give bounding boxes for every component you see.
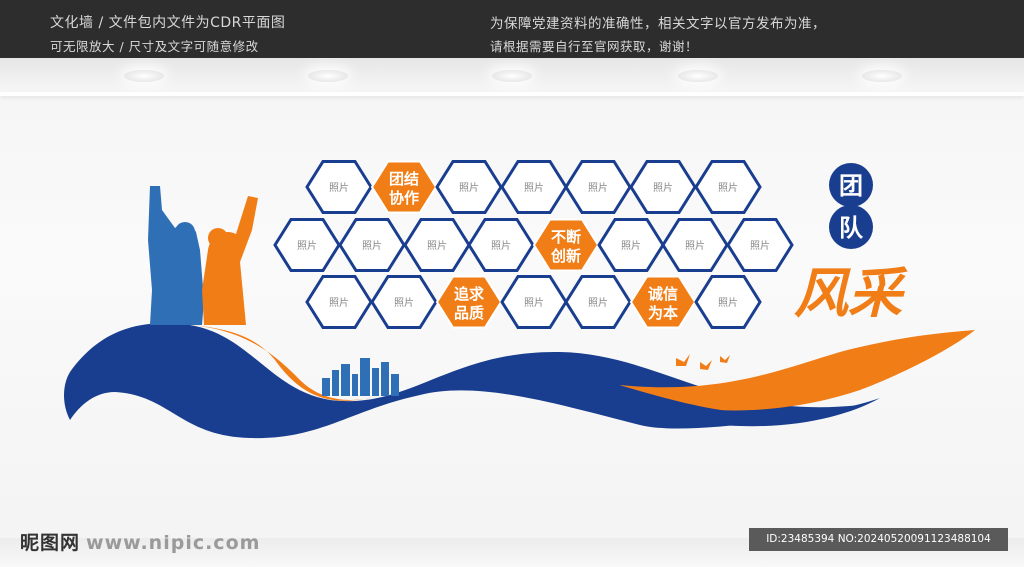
slogan-text-quality: 品质 [454, 304, 484, 322]
hex-photo-grid: 照片团结协作照片 照片 照片 照片 照片照片 照片 照片 照片不断创新照片 照片 照片照片 照片追求… [273, 160, 794, 329]
culture-wall-artwork: 团 队 风采 照片团结协作照片 照片 照片 照片 照片照片 照片 照片 照片不断创新照片 照片照… [64, 160, 975, 439]
image-id-badge: ID:23485394 NO:20240520091123488104 [749, 528, 1008, 551]
slogan-text-integrity: 为本 [648, 304, 678, 322]
photo-placeholder-label: 照片 [685, 239, 705, 252]
slogan-text-quality: 追求 [454, 285, 485, 303]
photo-placeholder-label: 照片 [329, 296, 349, 309]
watermark-logo: 昵图网 www.nipic.com [20, 528, 260, 555]
title-char-1: 团 [839, 172, 863, 200]
photo-placeholder-label: 照片 [491, 239, 511, 252]
slogan-text-integrity: 诚信 [648, 285, 678, 303]
site-logo-text: 昵图网 [20, 532, 81, 554]
slogan-text-unity: 团结 [389, 170, 419, 188]
photo-placeholder-label: 照片 [718, 181, 738, 194]
photo-placeholder-label: 照片 [621, 239, 641, 252]
photo-placeholder-label: 照片 [297, 239, 317, 252]
photo-placeholder-label: 照片 [362, 239, 382, 252]
site-url: www.nipic.com [86, 532, 261, 554]
birds [676, 354, 730, 370]
city-skyline [322, 358, 399, 396]
photo-placeholder-label: 照片 [329, 181, 349, 194]
photo-placeholder-label: 照片 [394, 296, 414, 309]
photo-placeholder-label: 照片 [459, 181, 479, 194]
photo-placeholder-label: 照片 [653, 181, 673, 194]
title-char-2: 队 [839, 214, 864, 242]
slogan-text-innovation: 创新 [550, 247, 581, 265]
photo-placeholder-label: 照片 [588, 296, 608, 309]
slogan-text-innovation: 不断 [551, 228, 581, 246]
photo-placeholder-label: 照片 [588, 181, 608, 194]
photo-placeholder-label: 照片 [524, 296, 544, 309]
photo-placeholder-label: 照片 [718, 296, 738, 309]
people-silhouette [148, 186, 258, 325]
team-title: 团 队 风采 [794, 163, 908, 325]
slogan-text-unity: 协作 [389, 189, 419, 207]
photo-placeholder-label: 照片 [750, 239, 770, 252]
photo-placeholder-label: 照片 [524, 181, 544, 194]
calligraphy-title: 风采 [794, 262, 908, 325]
orange-ribbon-right [620, 330, 975, 411]
photo-placeholder-label: 照片 [427, 239, 447, 252]
